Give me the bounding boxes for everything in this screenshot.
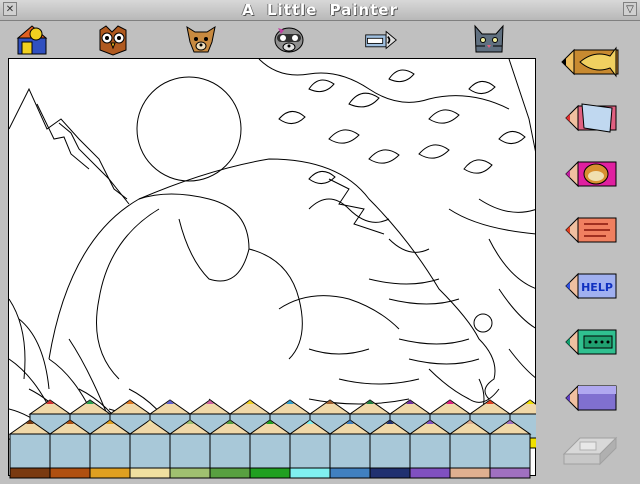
help-pencil-icon[interactable]: HELP (560, 264, 620, 308)
house-sun-icon[interactable] (16, 24, 50, 56)
dog-icon[interactable] (184, 24, 218, 56)
mountain-left (9, 87, 128, 200)
collapse-button[interactable]: ▽ (623, 2, 637, 16)
tape-measure-icon[interactable] (364, 24, 398, 56)
notebook-pencil-icon[interactable] (560, 96, 620, 140)
raccoon-icon[interactable] (272, 24, 306, 56)
cookie-pencil-icon[interactable] (560, 152, 620, 196)
collapse-icon: ▽ (626, 4, 634, 15)
trumpet-pencil-icon[interactable] (560, 40, 620, 84)
foliage-right (258, 59, 535, 235)
window-title: A Little Painter (242, 1, 398, 19)
blank-pencil-icon[interactable] (560, 376, 620, 420)
top-toolbar (0, 21, 640, 58)
hand-pencil-icon[interactable] (560, 208, 620, 252)
cat-icon[interactable] (472, 24, 506, 56)
svg-text:HELP: HELP (581, 281, 613, 294)
anteater-outline (48, 158, 500, 420)
title-bar: ✕ A Little Painter ▽ (0, 0, 640, 21)
anteater-eye (473, 313, 493, 333)
owl-icon[interactable] (96, 24, 130, 56)
sun-outline (136, 76, 242, 182)
dots-pencil-icon[interactable] (560, 320, 620, 364)
color-palette (8, 398, 552, 480)
pencil-palette (8, 399, 552, 479)
eraser-icon[interactable] (560, 424, 620, 468)
tool-sidebar: HELP (560, 40, 624, 480)
